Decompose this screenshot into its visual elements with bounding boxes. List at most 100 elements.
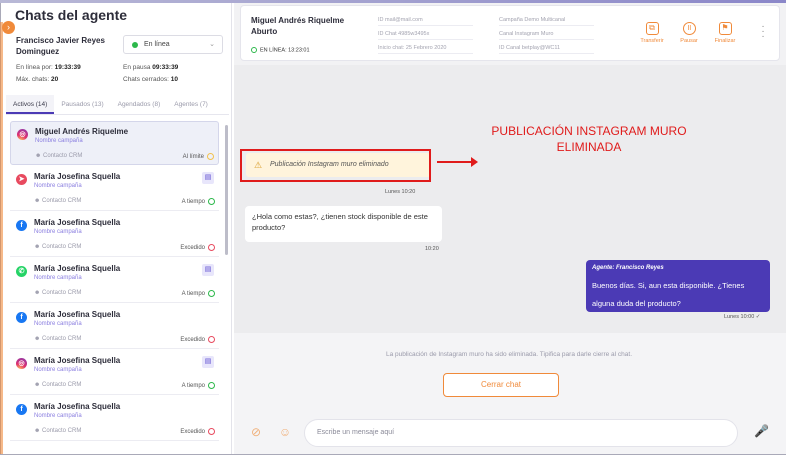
header-field-channel-id: ID Canal betplay@WC11: [499, 45, 594, 54]
chat-list-scrollbar[interactable]: [225, 125, 228, 255]
chat-list-item[interactable]: ➤ María Josefina Squella Nombre campaña ☻ C…: [10, 167, 219, 211]
agent-label: Agente: Francisco Reyes: [592, 265, 664, 271]
incoming-message: ¿Hola como estas?, ¿tienen stock disponi…: [245, 206, 442, 242]
conversation-header: Miguel Andrés Riquelme Aburto EN LÍNEA: …: [240, 5, 780, 61]
more-options-icon[interactable]: · · ·: [760, 22, 766, 42]
finish-button[interactable]: ⚑ Finalizar: [711, 22, 739, 44]
outgoing-text: Buenos días. Si, aun esta disponible. ¿T…: [592, 281, 745, 308]
crm-contact-link[interactable]: ☻ Contacto CRM: [34, 428, 81, 434]
highlight-box: [240, 149, 431, 182]
header-field-campaign: Campaña Demo Multicanal: [499, 17, 594, 26]
chat-contact-name: María Josefina Squella: [34, 310, 121, 319]
chat-list-item[interactable]: f María Josefina Squella Nombre campaña ☻ C…: [10, 213, 219, 257]
microphone-icon[interactable]: 🎤: [754, 424, 769, 438]
new-message-badge-icon: ▤: [202, 356, 214, 368]
transfer-icon: ⧉: [645, 22, 659, 35]
emoji-icon[interactable]: ☺: [277, 424, 293, 440]
close-chat-button[interactable]: Cerrar chat: [443, 373, 559, 397]
online-circle-icon: [251, 47, 257, 53]
new-message-badge-icon: ▤: [202, 172, 214, 184]
fb-channel-icon: f: [16, 312, 27, 323]
header-field-start: Inicio chat: 25 Febrero 2020: [378, 45, 473, 54]
closed-chats: Chats cerrados: 10: [123, 76, 178, 83]
tab-activos[interactable]: Activos (14): [6, 95, 55, 114]
chevron-down-icon: ⌄: [209, 41, 215, 48]
sla-circle-icon: [208, 290, 215, 297]
message-input[interactable]: Escribe un mensaje aquí: [304, 419, 738, 447]
new-message-badge-icon: ▤: [202, 264, 214, 276]
online-status: EN LÍNEA: 13:23:01: [251, 47, 310, 53]
contact-name: Miguel Andrés Riquelme Aburto: [251, 16, 345, 36]
sla-circle-icon: [208, 428, 215, 435]
paused-time: En pausa 09:33:39: [123, 64, 179, 71]
sla-circle-icon: [208, 336, 215, 343]
fb-channel-icon: f: [16, 220, 27, 231]
chat-footer: La publicación de Instagram muro ha sido…: [234, 333, 786, 454]
collapse-sidebar-icon[interactable]: ›: [2, 21, 15, 34]
agent-status-value: En línea: [144, 41, 170, 48]
chat-campaign: Nombre campaña: [34, 275, 82, 281]
chat-campaign: Nombre campaña: [34, 229, 82, 235]
crm-contact-link[interactable]: ☻ Contacto CRM: [34, 382, 81, 388]
chat-sla-status: Excedido: [180, 336, 215, 343]
tab-agentes[interactable]: Agentes (7): [167, 95, 215, 114]
sla-circle-icon: [208, 198, 215, 205]
tg-channel-icon: ➤: [16, 174, 27, 185]
max-chats: Máx. chats: 20: [16, 76, 59, 83]
chat-sla-status: Excedido: [180, 428, 215, 435]
crm-contact-link[interactable]: ☻ Contacto CRM: [34, 244, 81, 250]
chat-list-item[interactable]: f María Josefina Squella Nombre campaña ☻ C…: [10, 305, 219, 349]
outgoing-time: Lunes 10:00 ✓: [724, 314, 761, 320]
ig-channel-icon: ◎: [17, 129, 28, 140]
chat-sla-status: A tiempo: [182, 382, 215, 389]
chat-sla-status: Al límite: [183, 153, 214, 160]
chat-contact-name: María Josefina Squella: [34, 356, 121, 365]
message-area: ⚠ Publicación Instagram muro eliminado Lu…: [234, 65, 786, 333]
chat-contact-name: María Josefina Squella: [34, 264, 121, 273]
crm-contact-link[interactable]: ☻ Contacto CRM: [34, 336, 81, 342]
tab-agendados[interactable]: Agendados (8): [111, 95, 168, 114]
crm-contact-link[interactable]: ☻ Contacto CRM: [34, 198, 81, 204]
chat-sidebar: Chats del agente Francisco Javier Reyes …: [3, 3, 232, 454]
removed-info-text: La publicación de Instagram muro ha sido…: [385, 351, 633, 358]
header-field-chat-id: ID Chat 4985w3495x: [378, 31, 473, 40]
chat-list-item[interactable]: f María Josefina Squella Nombre campaña ☻ C…: [10, 397, 219, 441]
removed-time: Lunes 10:20: [385, 189, 416, 195]
crm-contact-link[interactable]: ☻ Contacto CRM: [35, 153, 82, 159]
finish-icon: ⚑: [718, 22, 732, 35]
sidebar-title: Chats del agente: [15, 7, 128, 23]
sla-circle-icon: [207, 153, 214, 160]
chat-campaign: Nombre campaña: [34, 183, 82, 189]
incoming-time: 10:20: [425, 246, 439, 252]
chat-sla-status: A tiempo: [182, 198, 215, 205]
transfer-button[interactable]: ⧉ Transferir: [638, 22, 666, 44]
online-time: En línea por: 19:33:39: [16, 64, 81, 71]
chat-contact-name: Miguel Andrés Riquelme: [35, 127, 129, 136]
chat-contact-name: María Josefina Squella: [34, 402, 121, 411]
fb-channel-icon: f: [16, 404, 27, 415]
chat-contact-name: María Josefina Squella: [34, 218, 121, 227]
sla-circle-icon: [208, 382, 215, 389]
annotation-arrow: [437, 157, 478, 167]
annotation-label: PUBLICACIÓN INSTAGRAM MURO ELIMINADA: [491, 124, 687, 154]
chat-list-item[interactable]: ✆ María Josefina Squella Nombre campaña ☻ C…: [10, 259, 219, 303]
header-field-channel: Canal Instagram Muro: [499, 31, 594, 40]
attach-icon[interactable]: ⊘: [248, 424, 264, 440]
ig-channel-icon: ◎: [16, 358, 27, 369]
chat-list: ◎ Miguel Andrés Riquelme Nombre campaña ☻ C…: [6, 121, 221, 454]
header-field-mail: ID mail@mail.com: [378, 17, 473, 26]
crm-contact-link[interactable]: ☻ Contacto CRM: [34, 290, 81, 296]
chat-campaign: Nombre campaña: [35, 138, 83, 144]
tab-pausados[interactable]: Pausados (13): [54, 95, 110, 114]
chat-tabs: Activos (14) Pausados (13) Agendados (8)…: [6, 95, 229, 115]
outgoing-message: Agente: Francisco Reyes Buenos días. Si,…: [586, 260, 770, 312]
chat-list-item[interactable]: ◎ María Josefina Squella Nombre campaña ☻ C…: [10, 351, 219, 395]
chat-list-item[interactable]: ◎ Miguel Andrés Riquelme Nombre campaña ☻ C…: [10, 121, 219, 165]
chat-contact-name: María Josefina Squella: [34, 172, 121, 181]
chat-campaign: Nombre campaña: [34, 413, 82, 419]
agent-status-select[interactable]: En línea ⌄: [123, 35, 223, 54]
pause-icon: ॥: [682, 22, 696, 35]
chat-campaign: Nombre campaña: [34, 321, 82, 327]
pause-button[interactable]: ॥ Pausar: [675, 22, 703, 44]
agent-name: Francisco Javier Reyes Dominguez: [16, 36, 105, 56]
